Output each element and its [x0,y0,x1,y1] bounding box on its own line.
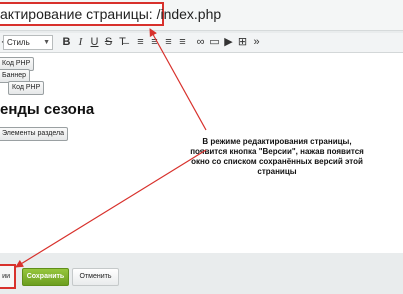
annotation-arrows [15,28,207,268]
arrow-to-versions [15,149,207,268]
arrow-to-title [149,28,207,131]
